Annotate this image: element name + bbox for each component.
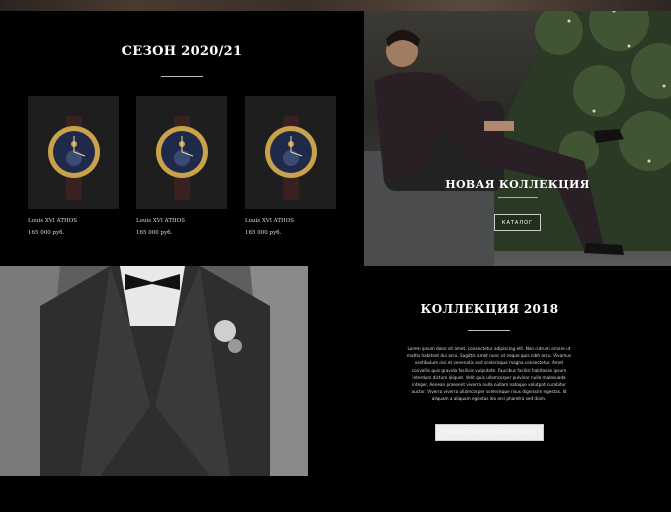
- watch-image[interactable]: [136, 96, 227, 209]
- collection-2018-section: КОЛЛЕКЦИЯ 2018 Lorem ipsum dolor sit ame…: [308, 266, 671, 476]
- season-section: СЕЗОН 2020/21 Louis XVI ATHOS 165 000 ру…: [0, 11, 364, 266]
- collection-2018-divider: [468, 330, 510, 331]
- top-photo-strip: [0, 0, 671, 11]
- product-card[interactable]: Louis XVI ATHOS 165 000 руб.: [245, 96, 336, 236]
- new-collection-title: НОВАЯ КОЛЛЕКЦИЯ: [445, 178, 590, 191]
- watch-image[interactable]: [245, 96, 336, 209]
- man-in-suit-closeup-image: [0, 266, 308, 476]
- product-name[interactable]: Louis XVI ATHOS: [245, 218, 294, 224]
- product-price: 165 000 руб.: [28, 230, 65, 236]
- product-name[interactable]: Louis XVI ATHOS: [136, 218, 185, 224]
- catalog-button[interactable]: КАТАЛОГ: [494, 214, 541, 231]
- product-price: 165 000 руб.: [245, 230, 282, 236]
- product-name[interactable]: Louis XVI ATHOS: [28, 218, 77, 224]
- product-card[interactable]: Louis XVI ATHOS 165 000 руб.: [136, 96, 227, 236]
- product-price: 165 000 руб.: [136, 230, 173, 236]
- collection-2018-title: КОЛЛЕКЦИЯ 2018: [420, 302, 559, 316]
- new-collection-banner: НОВАЯ КОЛЛЕКЦИЯ КАТАЛОГ: [364, 11, 671, 266]
- season-title: СЕЗОН 2020/21: [121, 44, 243, 59]
- product-card[interactable]: Louis XVI ATHOS 165 000 руб.: [28, 96, 119, 236]
- suit-photo: [0, 266, 308, 476]
- new-collection-divider: [498, 197, 538, 198]
- view-collection-button[interactable]: ПОСМОТРЕТЬ КОЛЛЕКЦИЮ: [435, 424, 544, 441]
- season-divider: [161, 76, 203, 77]
- collection-2018-description: Lorem ipsum dolor sit amet, consectetur …: [406, 346, 572, 402]
- watch-image[interactable]: [28, 96, 119, 209]
